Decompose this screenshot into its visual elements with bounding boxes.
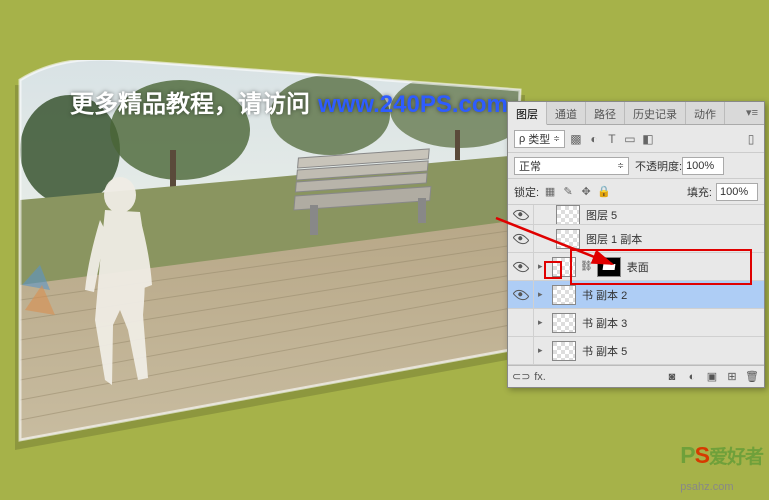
lock-pixels-icon[interactable]: ✎ bbox=[561, 185, 575, 198]
layer-name: 书 副本 3 bbox=[580, 315, 627, 331]
visibility-toggle[interactable] bbox=[508, 337, 534, 364]
link-layers-icon[interactable]: ⊂⊃ bbox=[512, 370, 528, 383]
layer-row[interactable]: ▸ 书 副本 5 bbox=[508, 337, 764, 365]
lock-all-icon[interactable]: 🔒 bbox=[597, 185, 611, 198]
tab-paths[interactable]: 路径 bbox=[586, 102, 625, 124]
filter-adjust-icon[interactable]: ◐ bbox=[587, 132, 601, 146]
tab-actions[interactable]: 动作 bbox=[686, 102, 725, 124]
lock-label: 锁定: bbox=[514, 184, 539, 200]
canvas-book-image bbox=[0, 60, 540, 460]
layer-fx-icon[interactable]: fx. bbox=[532, 371, 548, 383]
filter-shape-icon[interactable]: ▭ bbox=[623, 132, 637, 146]
layer-thumbnail bbox=[552, 341, 576, 361]
delete-layer-icon[interactable]: 🗑 bbox=[744, 370, 760, 383]
visibility-toggle[interactable] bbox=[508, 309, 534, 336]
layer-name: 书 副本 5 bbox=[580, 343, 627, 359]
panel-bottom-bar: ⊂⊃ fx. ◙ ◐ ▣ ⊞ 🗑 bbox=[508, 365, 764, 387]
add-mask-icon[interactable]: ◙ bbox=[664, 371, 680, 383]
fill-label: 填充: bbox=[687, 184, 712, 200]
layer-row[interactable]: ▸ 书 副本 3 bbox=[508, 309, 764, 337]
site-logo-watermark: PS爱好者 psahz.com bbox=[680, 442, 763, 496]
eye-icon bbox=[512, 286, 529, 303]
lock-position-icon[interactable]: ✥ bbox=[579, 185, 593, 198]
filter-pixel-icon[interactable]: ▩ bbox=[569, 132, 583, 146]
layer-thumbnail bbox=[552, 285, 576, 305]
tutorial-watermark: 更多精品教程，请访问www.240PS.com bbox=[70, 84, 508, 119]
annotation-arrow bbox=[492, 214, 622, 270]
opacity-input[interactable]: 100% bbox=[682, 157, 724, 175]
layer-name: 书 副本 2 bbox=[580, 287, 627, 303]
panel-menu-icon[interactable]: ▾≡ bbox=[740, 102, 764, 124]
filter-kind-select[interactable]: ρ类型≑ bbox=[514, 130, 565, 148]
layer-filter-row: ρ类型≑ ▩ ◐ T ▭ ◧ ▯ bbox=[508, 125, 764, 153]
blend-mode-row: 正常≑ 不透明度: 100% bbox=[508, 153, 764, 179]
lock-row: 锁定: ▦ ✎ ✥ 🔒 填充: 100% bbox=[508, 179, 764, 205]
layer-row[interactable]: ▸ 书 副本 2 bbox=[508, 281, 764, 309]
expand-group-icon[interactable]: ▸ bbox=[538, 317, 548, 328]
filter-toggle-icon[interactable]: ▯ bbox=[744, 132, 758, 146]
new-fill-adjust-icon[interactable]: ◐ bbox=[684, 371, 700, 383]
panel-tabs: 图层 通道 路径 历史记录 动作 ▾≡ bbox=[508, 102, 764, 125]
tab-channels[interactable]: 通道 bbox=[547, 102, 586, 124]
tab-history[interactable]: 历史记录 bbox=[625, 102, 686, 124]
tab-layers[interactable]: 图层 bbox=[508, 102, 547, 125]
expand-group-icon[interactable]: ▸ bbox=[538, 345, 548, 356]
new-group-icon[interactable]: ▣ bbox=[704, 370, 720, 383]
visibility-toggle[interactable] bbox=[508, 281, 534, 308]
filter-type-icon[interactable]: T bbox=[605, 132, 619, 146]
layer-thumbnail bbox=[552, 313, 576, 333]
lock-transparency-icon[interactable]: ▦ bbox=[543, 185, 557, 198]
fill-input[interactable]: 100% bbox=[716, 183, 758, 201]
expand-group-icon[interactable]: ▸ bbox=[538, 289, 548, 300]
new-layer-icon[interactable]: ⊞ bbox=[724, 370, 740, 383]
book-svg bbox=[0, 60, 540, 460]
opacity-label: 不透明度: bbox=[635, 158, 682, 174]
blend-mode-select[interactable]: 正常≑ bbox=[514, 157, 629, 175]
filter-smart-icon[interactable]: ◧ bbox=[641, 132, 655, 146]
